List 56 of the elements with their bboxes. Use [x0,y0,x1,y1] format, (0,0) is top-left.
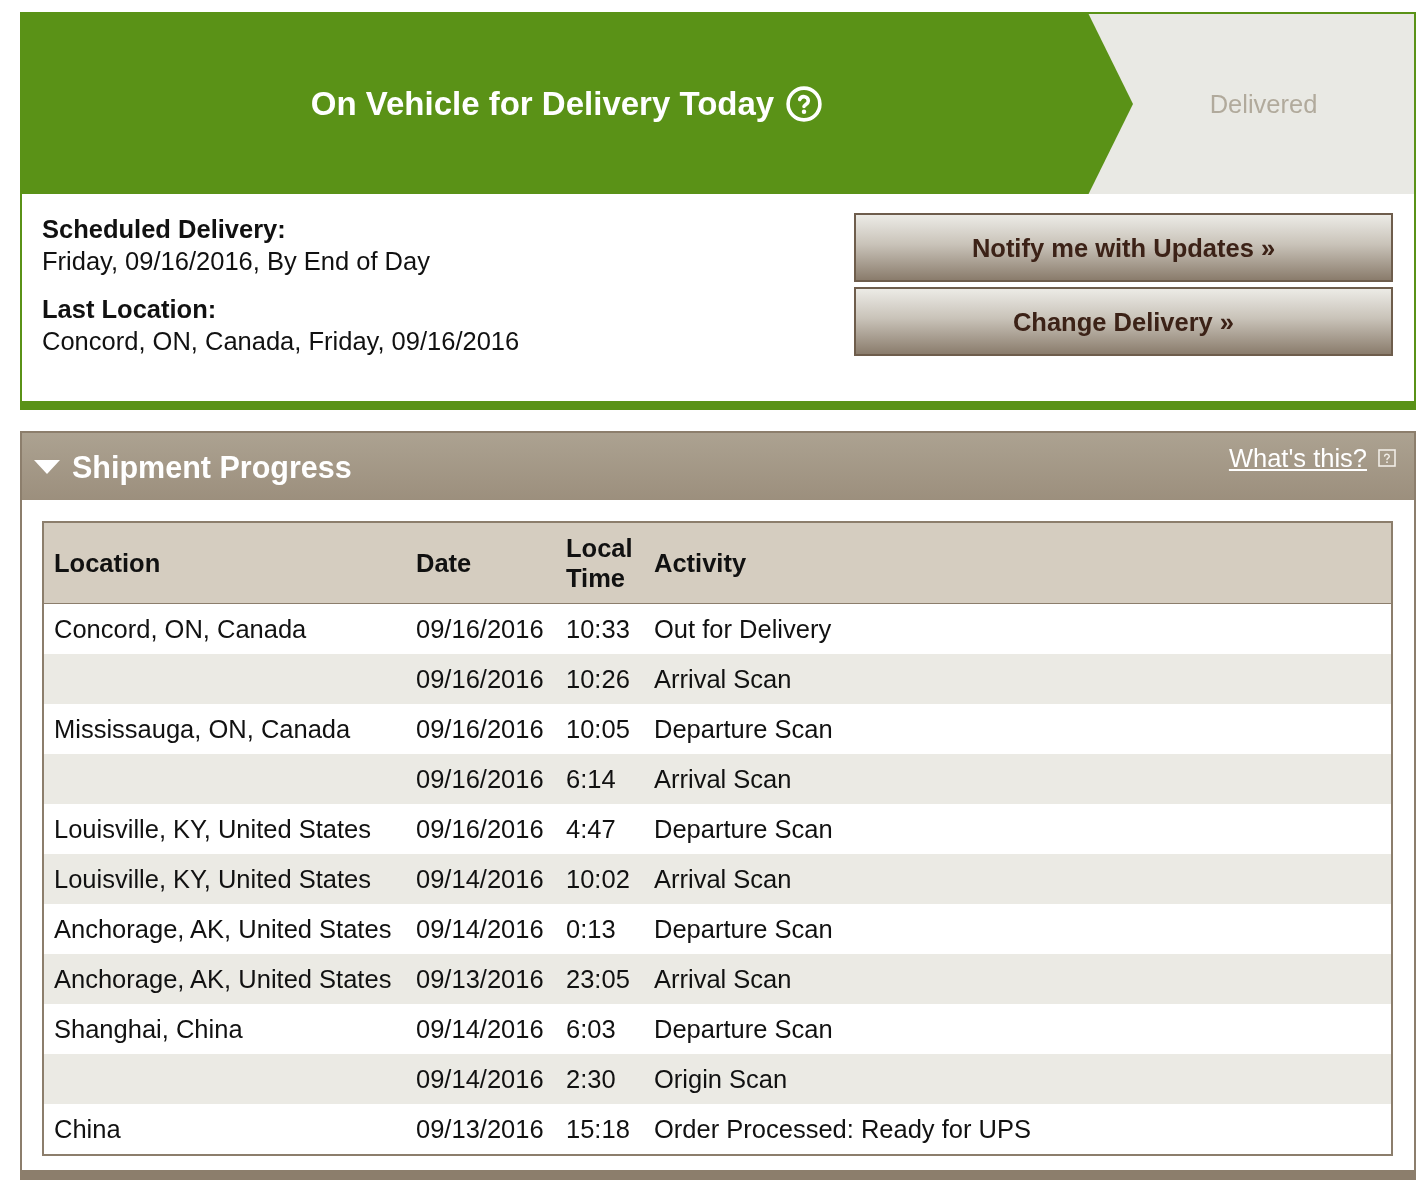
time-text: 6:03 [566,1014,616,1043]
date-text: 09/14/2016 [416,864,544,893]
date-text: 09/14/2016 [416,1014,544,1043]
location-text: Anchorage, AK, United States [54,914,392,943]
action-button[interactable]: Notify me with Updates » [854,213,1393,282]
time-text: 4:47 [566,814,616,843]
step-label: On Vehicle for Delivery Today [310,84,775,124]
section-title: Shipment Progress [72,448,352,486]
location-text: Anchorage, AK, United States [54,964,392,993]
location-text: Concord, ON, Canada [54,614,307,643]
date-text: 09/16/2016 [416,764,544,793]
time-text: 6:14 [566,764,616,793]
activity-text: Arrival Scan [654,964,792,993]
activity-text: Departure Scan [654,714,833,743]
date-text: 09/16/2016 [416,714,544,743]
activity-text: Arrival Scan [654,864,792,893]
time-text: 23:05 [566,964,630,993]
column-header: Location [53,548,162,578]
time-text: 10:05 [566,714,630,743]
detail-label: Scheduled Delivery: [42,214,287,245]
time-text: 2:30 [566,1064,616,1093]
column-header: Date [415,548,473,578]
location-text: Mississauga, ON, Canada [54,714,351,743]
location-text: Louisville, KY, United States [54,864,372,893]
activity-text: Departure Scan [654,814,833,843]
location-text: China [54,1114,121,1143]
step-label: Delivered [1209,89,1318,120]
activity-text: Departure Scan [654,914,833,943]
date-text: 09/16/2016 [416,664,544,693]
action-button[interactable]: Change Delivery » [854,287,1393,356]
activity-text: Arrival Scan [654,664,792,693]
date-text: 09/14/2016 [416,914,544,943]
caret-icon[interactable] [34,459,60,474]
help-icon[interactable] [1378,449,1396,467]
location-text: Louisville, KY, United States [54,814,372,843]
time-text: 10:26 [566,664,630,693]
date-text: 09/14/2016 [416,1064,544,1093]
time-text: 0:13 [566,914,616,943]
activity-text: Order Processed: Ready for UPS [654,1114,1031,1143]
column-header: Activity [653,548,748,578]
activity-text: Out for Delivery [654,614,832,643]
detail-label: Last Location: [42,294,218,325]
time-text: 10:33 [566,614,630,643]
detail-value: Concord, ON, Canada, Friday, 09/16/2016 [42,326,521,357]
date-text: 09/13/2016 [416,1114,544,1143]
activity-text: Arrival Scan [654,764,792,793]
location-text: Shanghai, China [54,1014,243,1043]
time-text: 10:02 [566,864,630,893]
activity-text: Origin Scan [654,1064,788,1093]
activity-text: Departure Scan [654,1014,833,1043]
date-text: 09/13/2016 [416,964,544,993]
time-text: 15:18 [566,1114,630,1143]
detail-value: Friday, 09/16/2016, By End of Day [42,246,431,277]
date-text: 09/16/2016 [416,614,544,643]
date-text: 09/16/2016 [416,814,544,843]
column-header: Local Time [565,533,634,593]
